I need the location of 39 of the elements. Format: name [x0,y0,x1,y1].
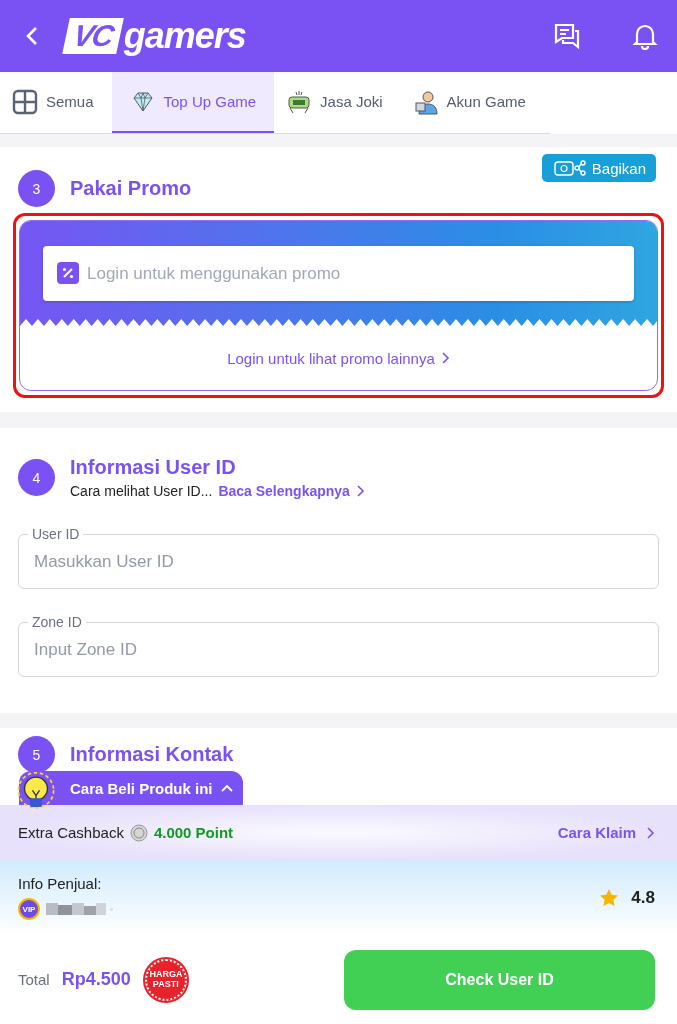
step-number: 4 [18,459,55,496]
rating-value: 4.8 [631,887,655,908]
category-tab[interactable]: Semua [0,72,112,133]
logo-wordmark: gamers [123,15,246,57]
seller-label: Info Penjual: [18,875,103,892]
star-icon [599,887,620,908]
promo-field[interactable]: Login untuk menggunakan promo [43,246,634,301]
category-tab[interactable]: Top Up Game [111,72,275,133]
vip-badge: VIP [18,898,40,920]
category-tab[interactable]: Akun Game [400,72,544,133]
notification-bell-icon[interactable] [631,22,659,50]
claim-link[interactable]: Cara Klaim [557,824,655,841]
category-tab[interactable]: Jasa Joki [274,72,401,133]
more-promos-link[interactable]: Login untuk lihat promo lainnya [227,326,450,390]
banknote-share-icon [553,159,586,177]
grid-icon [12,88,38,115]
account-user-icon [412,88,439,115]
cashback-label: Extra Cashback [18,824,124,841]
chat-icon[interactable] [553,22,581,50]
cashback-points: 4.000 Point [153,824,234,841]
chevron-right-icon [355,485,365,497]
step-number: 5 [18,736,55,773]
section-title: Informasi Kontak [70,743,234,766]
section-title: Pakai Promo [70,177,192,200]
read-more-link[interactable]: Baca Selengkapnya [218,483,365,499]
chevron-right-icon [440,352,450,364]
logo-mark: VC [62,18,124,54]
total-price: Rp4.500 [61,969,131,990]
game-controller-icon [286,88,313,115]
section-title: Informasi User ID [70,456,237,479]
hint-text: Cara melihat User ID... [70,483,213,499]
total-label: Total [18,971,50,988]
step-number: 3 [18,170,55,207]
percent-icon [57,262,79,284]
chevron-up-icon [220,784,233,792]
price-badge: HARGA PASTI [144,958,187,1001]
coin-icon [129,823,148,842]
chevron-right-icon [646,826,655,839]
share-button[interactable]: Bagikan [541,154,656,182]
